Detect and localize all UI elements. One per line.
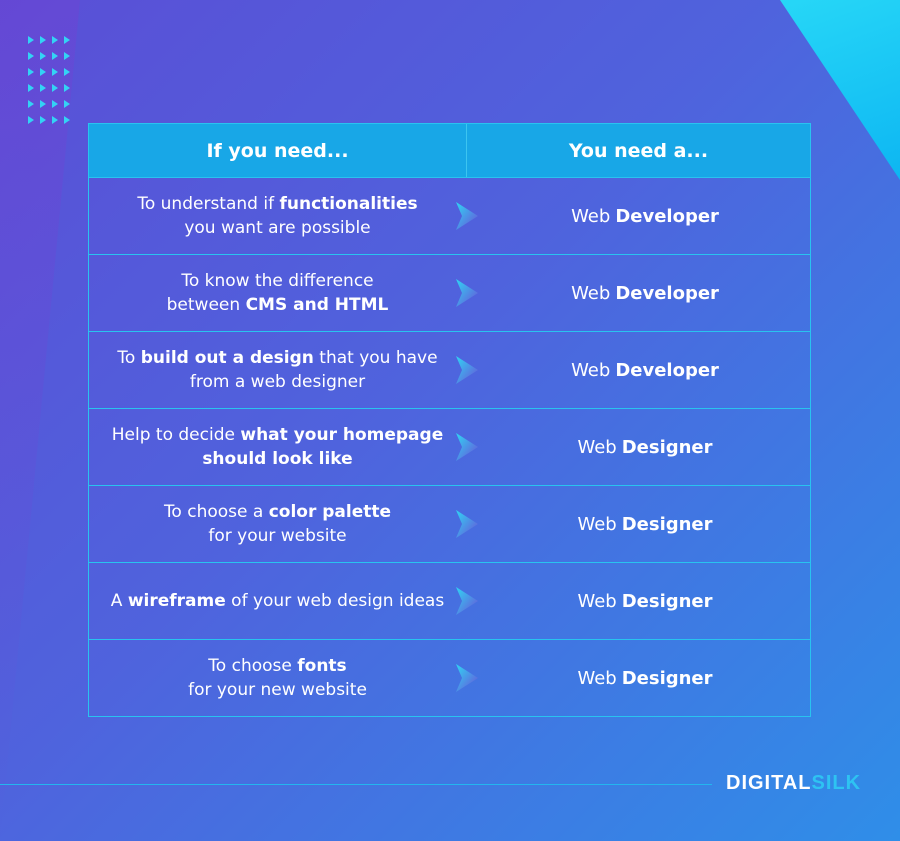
table-row: To choose a color palette for your websit… — [89, 485, 810, 562]
role-text: Web Developer — [571, 205, 719, 227]
arrow-pointer-icon — [456, 433, 478, 461]
arrow-pointer-icon — [456, 587, 478, 615]
need-text: To choose fonts for your new website — [188, 656, 367, 700]
role-text: Web Designer — [577, 667, 713, 689]
need-text: To choose a color palette for your websit… — [163, 502, 392, 546]
role-text: Web Developer — [571, 282, 719, 304]
table-row: A wireframe of your web design ideas Web… — [89, 562, 810, 639]
role-text: Web Designer — [577, 590, 713, 612]
table-row: To build out a design that you have from… — [89, 331, 810, 408]
comparison-table: If you need... You need a... To understa… — [88, 123, 811, 717]
triangle-dots-icon — [28, 34, 76, 126]
need-text: A wireframe of your web design ideas — [110, 591, 445, 611]
role-text: Web Designer — [577, 436, 713, 458]
table-header: If you need... You need a... — [89, 124, 810, 177]
role-text: Web Designer — [577, 513, 713, 535]
arrow-pointer-icon — [456, 510, 478, 538]
header-if-you-need: If you need... — [89, 124, 467, 177]
table-row: To understand if functionalities you want… — [89, 177, 810, 254]
arrow-pointer-icon — [456, 202, 478, 230]
arrow-pointer-icon — [456, 664, 478, 692]
header-you-need-a: You need a... — [568, 139, 709, 162]
need-text: To build out a design that you have from… — [117, 348, 438, 392]
table-row: To know the difference between CMS and HT… — [89, 254, 810, 331]
need-text: To understand if functionalities you want… — [137, 194, 418, 238]
need-text: To know the difference between CMS and HT… — [166, 271, 389, 315]
digitalsilk-logo: DIGITALSILK — [726, 772, 862, 794]
arrow-pointer-icon — [456, 356, 478, 384]
role-text: Web Developer — [571, 359, 719, 381]
table-row: To choose fonts for your new website Web D… — [89, 639, 810, 716]
table-row: Help to decide what your homepage should… — [89, 408, 810, 485]
footer-divider — [0, 784, 712, 785]
arrow-pointer-icon — [456, 279, 478, 307]
need-text: Help to decide what your homepage should… — [111, 425, 444, 469]
